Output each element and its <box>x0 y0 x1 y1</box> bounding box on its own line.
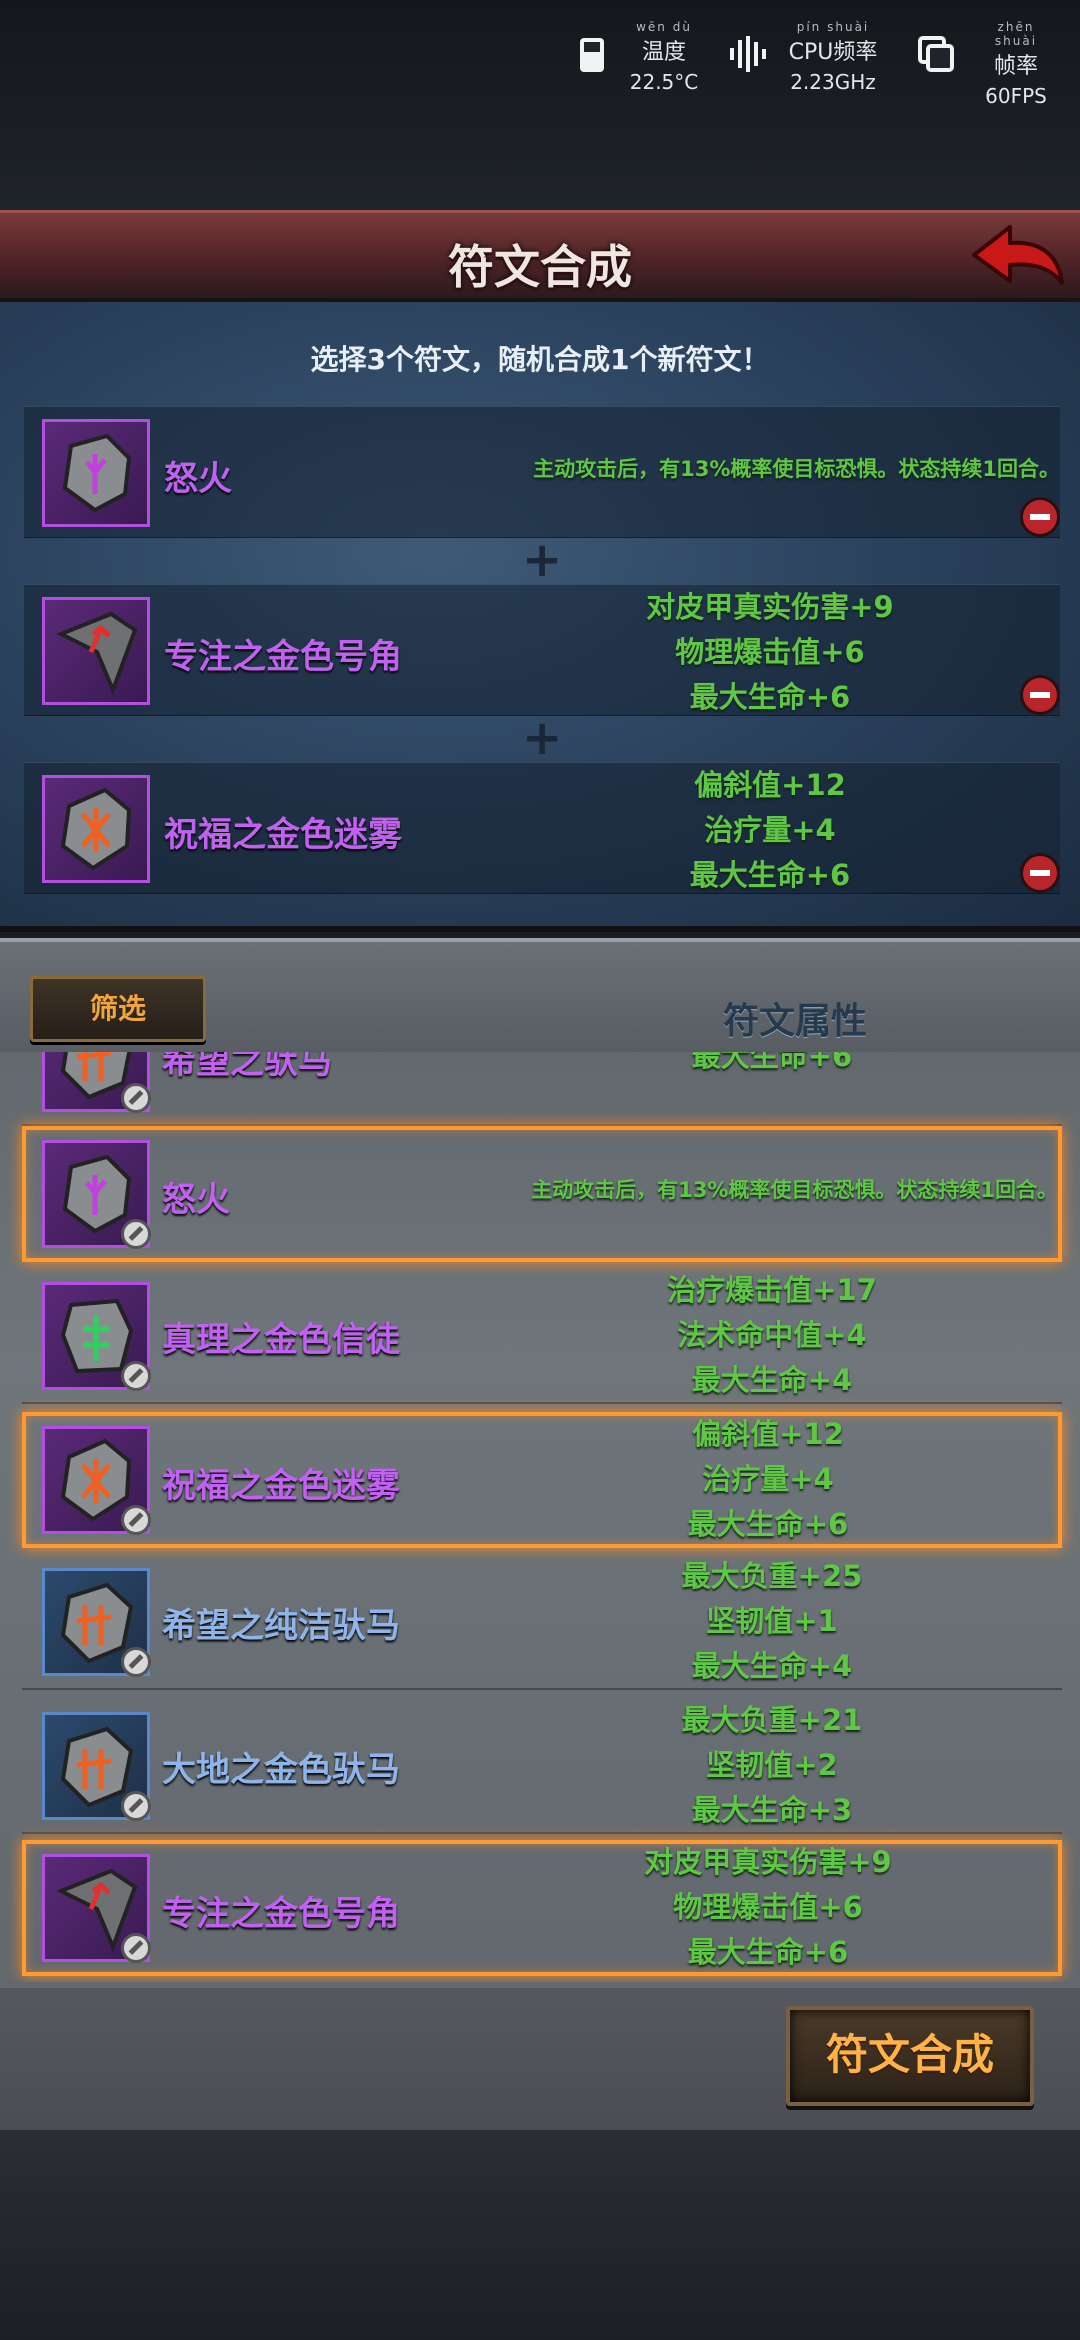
selection-hint: 选择3个符文，随机合成1个新符文！ <box>310 343 770 376</box>
lock-icon <box>121 1083 151 1113</box>
remove-button[interactable] <box>1020 497 1060 537</box>
synthesize-button[interactable]: 符文合成 <box>786 2006 1034 2106</box>
back-arrow-icon[interactable] <box>966 221 1066 297</box>
bottom-bar: 符文合成 <box>0 1988 1080 2130</box>
rune-name: 希望之纯洁驮马 <box>162 1606 400 1646</box>
page-title: 符文合成 <box>448 240 632 294</box>
plus-icon: + <box>522 710 563 766</box>
rune-attributes: 对皮甲真实伤害+9 物理爆击值+6 最大生命+6 <box>644 1845 892 1969</box>
list-item[interactable]: 希望之驮马 最大生命+6 <box>22 1052 1062 1126</box>
rune-icon <box>42 1426 151 1535</box>
rune-icon <box>42 419 150 527</box>
lock-icon <box>121 1647 151 1677</box>
horn-rune-icon <box>56 611 138 696</box>
phone-icon <box>580 38 604 72</box>
rune-attributes: 对皮甲真实伤害+9 物理爆击值+6 最大生命+6 <box>646 590 894 714</box>
fps-label: 帧率 <box>993 54 1038 79</box>
rune-attributes: 主动攻击后，有13%概率使目标恐惧。状态持续1回合。 <box>533 457 1060 481</box>
lock-icon <box>121 1791 151 1821</box>
rune-attributes: 主动攻击后，有13%概率使目标恐惧。状态持续1回合。 <box>531 1178 1058 1202</box>
rune-icon <box>42 1854 151 1963</box>
selected-slot-2[interactable]: 专注之金色号角 对皮甲真实伤害+9 物理爆击值+6 最大生命+6 <box>24 584 1060 716</box>
rune-stone-icon <box>62 433 132 513</box>
background-floor <box>0 2130 1080 2340</box>
rune-name: 大地之金色驮马 <box>162 1750 400 1790</box>
rune-attributes: 治疗爆击值+17 法术命中值+4 最大生命+4 <box>667 1273 877 1397</box>
selected-slot-1[interactable]: 怒火 主动攻击后，有13%概率使目标恐惧。状态持续1回合。 <box>24 406 1060 538</box>
rune-icon <box>42 1712 151 1821</box>
rune-icon <box>42 597 150 705</box>
rune-icon <box>42 1282 151 1391</box>
rune-attributes: 最大生命+6 <box>691 1052 853 1073</box>
header-banner: 符文合成 <box>0 210 1080 302</box>
rune-name: 祝福之金色迷雾 <box>164 815 402 855</box>
list-item[interactable]: 怒火 主动攻击后，有13%概率使目标恐惧。状态持续1回合。 <box>22 1126 1062 1262</box>
list-header: 筛选 符文属性 <box>0 942 1080 1052</box>
rune-stone-icon <box>60 787 132 871</box>
cpu-ruby: pín shuài <box>796 20 870 34</box>
remove-button[interactable] <box>1020 675 1060 715</box>
rune-attributes: 偏斜值+12 治疗量+4 最大生命+6 <box>689 768 851 892</box>
rune-attributes: 最大负重+21 坚韧值+2 最大生命+3 <box>681 1703 863 1827</box>
frames-icon <box>918 36 954 72</box>
filter-button[interactable]: 筛选 <box>30 976 206 1042</box>
lock-icon <box>121 1933 151 1963</box>
selected-runes-panel: 选择3个符文，随机合成1个新符文！ 怒火 主动攻击后，有13%概率使目标恐惧。状… <box>0 302 1080 932</box>
fps-value: 60FPS <box>985 84 1047 108</box>
rune-icon <box>42 1052 151 1113</box>
lock-icon <box>121 1361 151 1391</box>
rune-icon <box>42 775 150 883</box>
temperature-value: 22.5°C <box>629 70 699 94</box>
rune-name: 祝福之金色迷雾 <box>162 1466 400 1506</box>
rune-attributes: 最大负重+25 坚韧值+1 最大生命+4 <box>681 1559 863 1683</box>
rune-icon <box>42 1568 151 1677</box>
rune-name: 怒火 <box>162 1180 230 1220</box>
rune-list-panel: 筛选 符文属性 希望之驮马 最大生命+6 怒火 主动攻击后，有13%概率使目标恐… <box>0 938 1080 1988</box>
list-item[interactable]: 专注之金色号角 对皮甲真实伤害+9 物理爆击值+6 最大生命+6 <box>22 1840 1062 1976</box>
cpu-value: 2.23GHz <box>790 70 876 94</box>
rune-attributes: 偏斜值+12 治疗量+4 最大生命+6 <box>687 1417 849 1541</box>
cpu-label: CPU频率 <box>788 40 878 65</box>
lock-icon <box>121 1219 151 1249</box>
rune-list[interactable]: 希望之驮马 最大生命+6 怒火 主动攻击后，有13%概率使目标恐惧。状态持续1回… <box>0 1052 1080 1982</box>
rune-icon <box>42 1140 151 1249</box>
rune-name: 怒火 <box>164 459 232 499</box>
rune-name: 希望之驮马 <box>162 1052 332 1082</box>
rune-name: 专注之金色号角 <box>162 1894 400 1934</box>
rune-name: 真理之金色信徒 <box>162 1320 400 1360</box>
remove-button[interactable] <box>1020 853 1060 893</box>
list-item[interactable]: 希望之纯洁驮马 最大负重+25 坚韧值+1 最大生命+4 <box>22 1554 1062 1690</box>
list-item[interactable]: 真理之金色信徒 治疗爆击值+17 法术命中值+4 最大生命+4 <box>22 1268 1062 1404</box>
lock-icon <box>121 1505 151 1535</box>
waveform-icon <box>730 36 766 72</box>
rune-name: 专注之金色号角 <box>164 637 402 677</box>
list-item[interactable]: 大地之金色驮马 最大负重+21 坚韧值+2 最大生命+3 <box>22 1698 1062 1834</box>
plus-icon: + <box>522 532 563 588</box>
selected-slot-3[interactable]: 祝福之金色迷雾 偏斜值+12 治疗量+4 最大生命+6 <box>24 762 1060 894</box>
status-bar: wēn dù 温度 22.5°C pín shuài CPU频率 2.23GHz… <box>0 0 1080 210</box>
list-item[interactable]: 祝福之金色迷雾 偏斜值+12 治疗量+4 最大生命+6 <box>22 1412 1062 1548</box>
temperature-ruby: wēn dù <box>636 20 692 34</box>
temperature-label: 温度 <box>641 40 686 65</box>
fps-ruby: zhēn shuài <box>994 20 1038 48</box>
list-title: 符文属性 <box>722 1001 867 1042</box>
